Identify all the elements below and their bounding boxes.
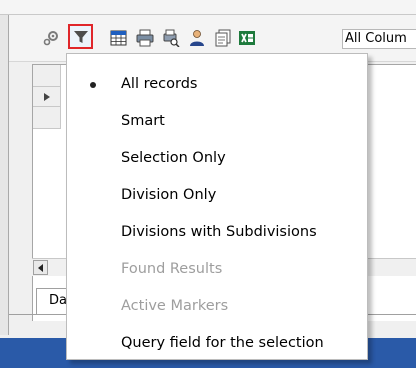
menu-item-label: Found Results bbox=[121, 261, 223, 277]
menu-item-divisions-with-subdivisions[interactable]: Divisions with Subdivisions bbox=[67, 215, 367, 251]
menu-item-label: Active Markers bbox=[121, 298, 229, 314]
menu-item-selection-only[interactable]: Selection Only bbox=[67, 141, 367, 177]
menu-item-smart[interactable]: Smart bbox=[67, 104, 367, 140]
excel-icon[interactable] bbox=[236, 27, 258, 49]
filter-icon[interactable] bbox=[68, 24, 93, 49]
menu-item-label: Division Only bbox=[121, 187, 217, 203]
left-panel-edge bbox=[0, 15, 9, 335]
menu-item-division-only[interactable]: Division Only bbox=[67, 178, 367, 214]
row-header-current[interactable] bbox=[33, 87, 61, 107]
printer-icon[interactable] bbox=[134, 27, 156, 49]
settings-icon[interactable] bbox=[40, 27, 62, 49]
window-top-strip bbox=[0, 0, 416, 15]
menu-item-label: Query field for the selection bbox=[121, 335, 324, 351]
current-row-arrow-icon bbox=[44, 93, 50, 101]
menu-item-all-records[interactable]: All records bbox=[67, 67, 367, 103]
user-icon[interactable] bbox=[186, 27, 208, 49]
menu-item-label: All records bbox=[121, 76, 198, 92]
selected-bullet-icon bbox=[90, 82, 96, 88]
scroll-left-button[interactable] bbox=[33, 260, 48, 275]
menu-item-label: Divisions with Subdivisions bbox=[121, 224, 317, 240]
document-icon[interactable] bbox=[212, 27, 234, 49]
menu-item-label: Smart bbox=[121, 113, 165, 129]
filter-dropdown-menu: All records Smart Selection Only Divisio… bbox=[66, 53, 368, 360]
column-select[interactable]: All Colum bbox=[342, 29, 416, 49]
menu-item-active-markers: Active Markers bbox=[67, 289, 367, 325]
menu-item-label: Selection Only bbox=[121, 150, 226, 166]
calendar-grid-icon[interactable] bbox=[108, 27, 130, 49]
grid-corner bbox=[33, 65, 61, 87]
arrow-left-icon bbox=[37, 263, 43, 272]
menu-item-found-results: Found Results bbox=[67, 252, 367, 288]
row-header-new[interactable] bbox=[33, 107, 61, 129]
sheet-tab[interactable]: Da bbox=[36, 288, 70, 314]
print-preview-icon[interactable] bbox=[160, 27, 182, 49]
menu-item-query-field[interactable]: Query field for the selection bbox=[67, 326, 367, 362]
